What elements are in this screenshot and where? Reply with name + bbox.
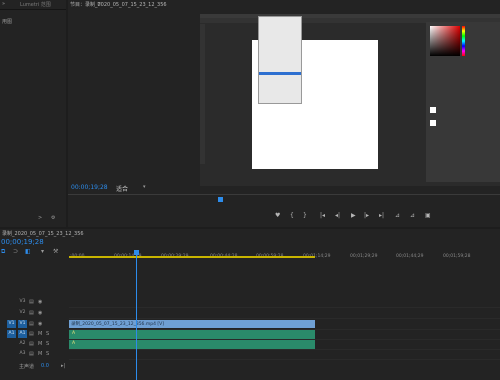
source-patch[interactable]: A1: [7, 330, 16, 338]
panel-item[interactable]: 用图: [2, 18, 12, 25]
track-name: A2: [19, 341, 26, 346]
tab-lumetri[interactable]: Lumetri 范围: [20, 1, 51, 8]
eye-icon[interactable]: ◉: [38, 321, 42, 327]
ps-dropdown-menu: [258, 16, 302, 104]
eye-icon[interactable]: ◉: [38, 310, 42, 316]
audio-clip[interactable]: A: [69, 330, 315, 339]
master-volume[interactable]: 0.0: [41, 363, 49, 369]
ps-layer-thumb-2: [430, 120, 436, 126]
step-back-icon[interactable]: ◂|: [335, 212, 340, 219]
sync-lock-icon[interactable]: ▤: [29, 341, 34, 347]
source-patch[interactable]: V1: [7, 320, 16, 328]
eye-icon[interactable]: ◉: [38, 299, 42, 305]
marker-add-icon[interactable]: ▾: [41, 248, 44, 255]
wrench-icon[interactable]: ⚒: [53, 248, 58, 255]
mute-icon[interactable]: M: [38, 341, 42, 347]
ps-menu-highlight: [259, 72, 301, 75]
camera-icon[interactable]: ▣: [425, 212, 431, 219]
go-to-end-icon[interactable]: ▸|: [61, 363, 65, 369]
ps-toolbar: [200, 24, 205, 164]
timeline-title: 录制_2020_05_07_15_23_12_356: [2, 231, 84, 237]
playhead-line[interactable]: [136, 255, 137, 380]
magnet-icon[interactable]: ⊃: [13, 248, 18, 255]
play-icon[interactable]: ▶: [351, 212, 356, 219]
track-header-a1[interactable]: A1 A1 ▤ M S: [0, 330, 68, 339]
program-title: 节目：录制_2020_05_07_15_23_12_356: [70, 2, 167, 8]
video-frame: [200, 14, 500, 186]
in-point-icon[interactable]: {: [290, 212, 294, 219]
ruler-label: 00;01;44;29: [396, 254, 424, 259]
track-header-v2[interactable]: V2 ▤ ◉: [0, 309, 68, 318]
track-name: A1: [18, 330, 27, 338]
snap-icon[interactable]: ⧉: [1, 248, 5, 256]
sync-lock-icon[interactable]: ▤: [29, 321, 34, 327]
track-name: V1: [18, 320, 27, 328]
ps-layer-thumb: [430, 107, 436, 113]
track-header-master[interactable]: 主声道 0.0 ▸|: [0, 362, 68, 371]
solo-icon[interactable]: S: [46, 341, 49, 347]
track-name: V3: [19, 299, 26, 304]
ps-right-panels: [426, 22, 500, 182]
step-forward-icon[interactable]: |▸: [364, 212, 369, 219]
sync-lock-icon[interactable]: ▤: [29, 351, 34, 357]
mute-icon[interactable]: M: [38, 331, 42, 337]
track-header-a3[interactable]: A3 ▤ M S: [0, 350, 68, 359]
timeline-panel: 录制_2020_05_07_15_23_12_356 00;00;19;28 ⧉…: [0, 229, 500, 380]
video-clip-label: 录制_2020_05_07_15_23_12_356.mp4 [V]: [71, 322, 164, 327]
lane-v3[interactable]: [69, 298, 500, 308]
lane-a3[interactable]: [69, 350, 500, 360]
solo-icon[interactable]: S: [46, 331, 49, 337]
lane-v1[interactable]: 录制_2020_05_07_15_23_12_356.mp4 [V]: [69, 320, 500, 330]
sync-lock-icon[interactable]: ▤: [29, 331, 34, 337]
time-ruler[interactable]: ;00;00 00;00;14;29 00;00;29;29 00;00;44;…: [69, 238, 500, 259]
lift-icon[interactable]: ⊿: [395, 212, 400, 219]
track-header-v1[interactable]: V1 V1 ▤ ◉: [0, 320, 68, 329]
marker-icon[interactable]: ♥: [275, 212, 280, 219]
ruler-label: 00;01;29;29: [350, 254, 378, 259]
left-tabbar: » Lumetri 范围: [0, 0, 66, 10]
chevron-icon[interactable]: >: [38, 215, 42, 221]
timeline-timecode[interactable]: 00;00;19;28: [1, 238, 44, 246]
out-point-icon[interactable]: }: [303, 212, 307, 219]
left-panel: » Lumetri 范围 用图 > ⚙: [0, 0, 66, 227]
lane-a2[interactable]: A: [69, 340, 500, 350]
audio-clip-label: A: [72, 341, 76, 346]
video-clip[interactable]: 录制_2020_05_07_15_23_12_356.mp4 [V]: [69, 320, 315, 328]
ruler-label: 00;01;59;28: [443, 254, 471, 259]
work-area-bar[interactable]: [69, 256, 315, 258]
ps-hue-slider: [462, 26, 465, 56]
menu-icon[interactable]: ≡: [97, 1, 101, 7]
lane-v2[interactable]: [69, 309, 500, 319]
audio-clip-label: A: [72, 331, 76, 336]
playhead-marker[interactable]: [218, 197, 223, 202]
audio-clip[interactable]: A: [69, 340, 315, 349]
scrub-bar[interactable]: [68, 194, 500, 195]
extract-icon[interactable]: ⊿: [410, 212, 415, 219]
lane-a1[interactable]: A: [69, 330, 500, 340]
program-timecode[interactable]: 00:00;19;28: [71, 184, 108, 191]
sync-lock-icon[interactable]: ▤: [29, 310, 34, 316]
chevron-down-icon[interactable]: ▾: [143, 184, 146, 190]
sync-lock-icon[interactable]: ▤: [29, 299, 34, 305]
go-to-in-icon[interactable]: |◂: [320, 212, 325, 219]
expand-icon[interactable]: »: [2, 1, 5, 7]
go-to-out-icon[interactable]: ▸|: [379, 212, 384, 219]
solo-icon[interactable]: S: [46, 351, 49, 357]
track-header-a2[interactable]: A2 ▤ M S: [0, 340, 68, 349]
track-name: V2: [19, 310, 26, 315]
master-label: 主声道: [19, 364, 35, 370]
track-header-v3[interactable]: V3 ▤ ◉: [0, 298, 68, 307]
ps-color-picker: [430, 26, 460, 56]
linked-icon[interactable]: ◧: [25, 248, 31, 255]
fit-select[interactable]: 适合: [116, 184, 128, 193]
mute-icon[interactable]: M: [38, 351, 42, 357]
wrench-icon[interactable]: ⚙: [51, 215, 55, 221]
track-name: A3: [19, 351, 26, 356]
